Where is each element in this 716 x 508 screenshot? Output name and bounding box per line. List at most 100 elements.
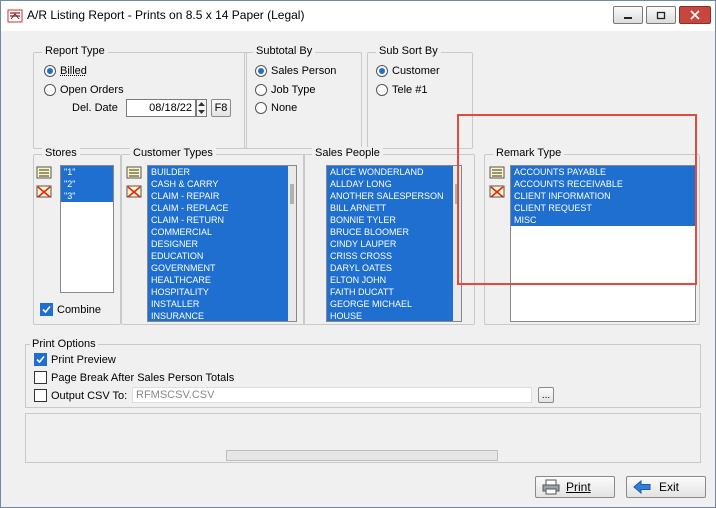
radio-dot [44,84,56,96]
sub-sort-tele-radio[interactable]: Tele #1 [376,84,427,96]
back-arrow-icon [633,480,651,494]
print-preview-checkbox[interactable]: Print Preview [34,353,116,366]
list-item[interactable]: FAITH DUCATT [327,286,461,298]
list-item[interactable]: INSURANCE [148,310,296,321]
printer-icon [542,479,560,495]
radio-dot [255,102,267,114]
client-area: Report Type Billed Open Orders Del. Date… [8,31,709,502]
subtotal-job-type-radio[interactable]: Job Type [255,84,315,96]
list-item[interactable]: BUILDER [148,166,296,178]
list-item[interactable]: "3" [61,190,113,202]
list-item[interactable]: DESIGNER [148,238,296,250]
sales-people-title: Sales People [312,147,383,159]
combine-checkbox[interactable]: Combine [40,303,101,316]
list-item[interactable]: HEALTHCARE [148,274,296,286]
list-item[interactable]: CLAIM - REPLACE [148,202,296,214]
list-item[interactable]: ALLDAY LONG [327,178,461,190]
open-orders-label: Open Orders [60,84,124,96]
select-all-icon[interactable] [126,166,142,180]
select-all-icon[interactable] [36,166,52,180]
f8-button[interactable]: F8 [211,99,231,117]
list-item[interactable]: CLAIM - REPAIR [148,190,296,202]
exit-button[interactable]: Exit [626,476,706,498]
list-item[interactable]: CINDY LAUPER [327,238,461,250]
print-options-title: Print Options [30,338,98,350]
customer-types-scrollbar[interactable] [288,166,296,321]
spin-up-icon [198,102,205,106]
print-preview-label: Print Preview [51,353,116,366]
close-icon [690,10,700,20]
close-button[interactable] [679,6,711,24]
stores-title: Stores [42,147,80,159]
billed-label: Billed [60,65,87,77]
list-item[interactable]: BRUCE BLOOMER [327,226,461,238]
list-item[interactable]: ELTON JOHN [327,274,461,286]
list-item[interactable]: HOUSE [327,310,461,321]
subtotal-none-radio[interactable]: None [255,102,297,114]
list-item[interactable]: DARYL OATES [327,262,461,274]
output-csv-label: Output CSV To: [51,389,128,402]
page-break-checkbox[interactable]: Page Break After Sales Person Totals [34,371,234,384]
customer-label: Customer [392,65,440,77]
check-icon [36,355,45,364]
print-options-group: Print Options Print Preview Page Break A… [25,338,701,408]
browse-button[interactable]: ... [538,387,554,403]
list-item[interactable]: CLAIM - RETURN [148,214,296,226]
list-item[interactable]: BONNIE TYLER [327,214,461,226]
highlight-box [457,114,697,285]
del-date-spinner[interactable] [196,99,207,117]
minimize-button[interactable] [613,6,643,24]
customer-types-listbox[interactable]: BUILDER CASH & CARRY CLAIM - REPAIR CLAI… [147,165,297,322]
stores-listbox[interactable]: "1" "2" "3" [60,165,114,293]
list-item[interactable]: CRISS CROSS [327,250,461,262]
radio-dot [255,84,267,96]
radio-dot [376,65,388,77]
spin-down-icon [198,110,205,114]
list-item[interactable]: "1" [61,166,113,178]
customer-types-title: Customer Types [130,147,216,159]
list-item[interactable]: BILL ARNETT [327,202,461,214]
subtotal-sales-person-radio[interactable]: Sales Person [255,65,336,77]
tele-label: Tele #1 [392,84,428,96]
checkbox-box [34,371,47,384]
sub-sort-customer-radio[interactable]: Customer [376,65,440,77]
checkbox-box [34,353,47,366]
app-logo-icon [7,9,23,23]
list-item[interactable]: INSTALLER [148,298,296,310]
list-item[interactable]: ANOTHER SALESPERSON [327,190,461,202]
sales-people-listbox[interactable]: ALICE WONDERLAND ALLDAY LONG ANOTHER SAL… [326,165,462,322]
deselect-all-icon[interactable] [36,185,52,199]
scrollbar-thumb[interactable] [290,184,294,204]
list-item[interactable]: COMMERCIAL [148,226,296,238]
report-window: A/R Listing Report - Prints on 8.5 x 14 … [0,0,716,508]
list-item[interactable]: GOVERNMENT [148,262,296,274]
maximize-button[interactable] [646,6,676,24]
exit-label: Exit [659,480,680,494]
checkbox-box [34,389,47,402]
del-date-input[interactable]: 08/18/22 [126,99,196,117]
list-item[interactable]: CASH & CARRY [148,178,296,190]
output-csv-path-input[interactable]: RFMSCSV.CSV [132,387,532,403]
list-item[interactable]: GEORGE MICHAEL [327,298,461,310]
output-csv-checkbox[interactable]: Output CSV To: [34,389,127,402]
list-item[interactable]: ALICE WONDERLAND [327,166,461,178]
list-item[interactable]: "2" [61,178,113,190]
window-title: A/R Listing Report - Prints on 8.5 x 14 … [27,8,305,22]
print-button[interactable]: Print [535,476,615,498]
radio-dot [376,84,388,96]
del-date-label: Del. Date [72,102,118,114]
report-type-open-orders-radio[interactable]: Open Orders [44,84,124,96]
check-icon [42,305,51,314]
customer-types-group: Customer Types BUILDER CASH & CARRY CLAI… [121,147,305,325]
report-type-title: Report Type [42,45,108,57]
sales-person-label: Sales Person [271,65,337,77]
deselect-all-icon[interactable] [126,185,142,199]
radio-dot [44,65,56,77]
subtotal-by-group: Subtotal By Sales Person Job Type None [244,45,362,149]
list-item[interactable]: HOSPITALITY [148,286,296,298]
report-type-billed-radio[interactable]: Billed [44,65,87,77]
list-item[interactable]: EDUCATION [148,250,296,262]
subtotal-by-title: Subtotal By [253,45,316,57]
combine-label: Combine [57,303,102,316]
minimize-icon [624,17,632,19]
